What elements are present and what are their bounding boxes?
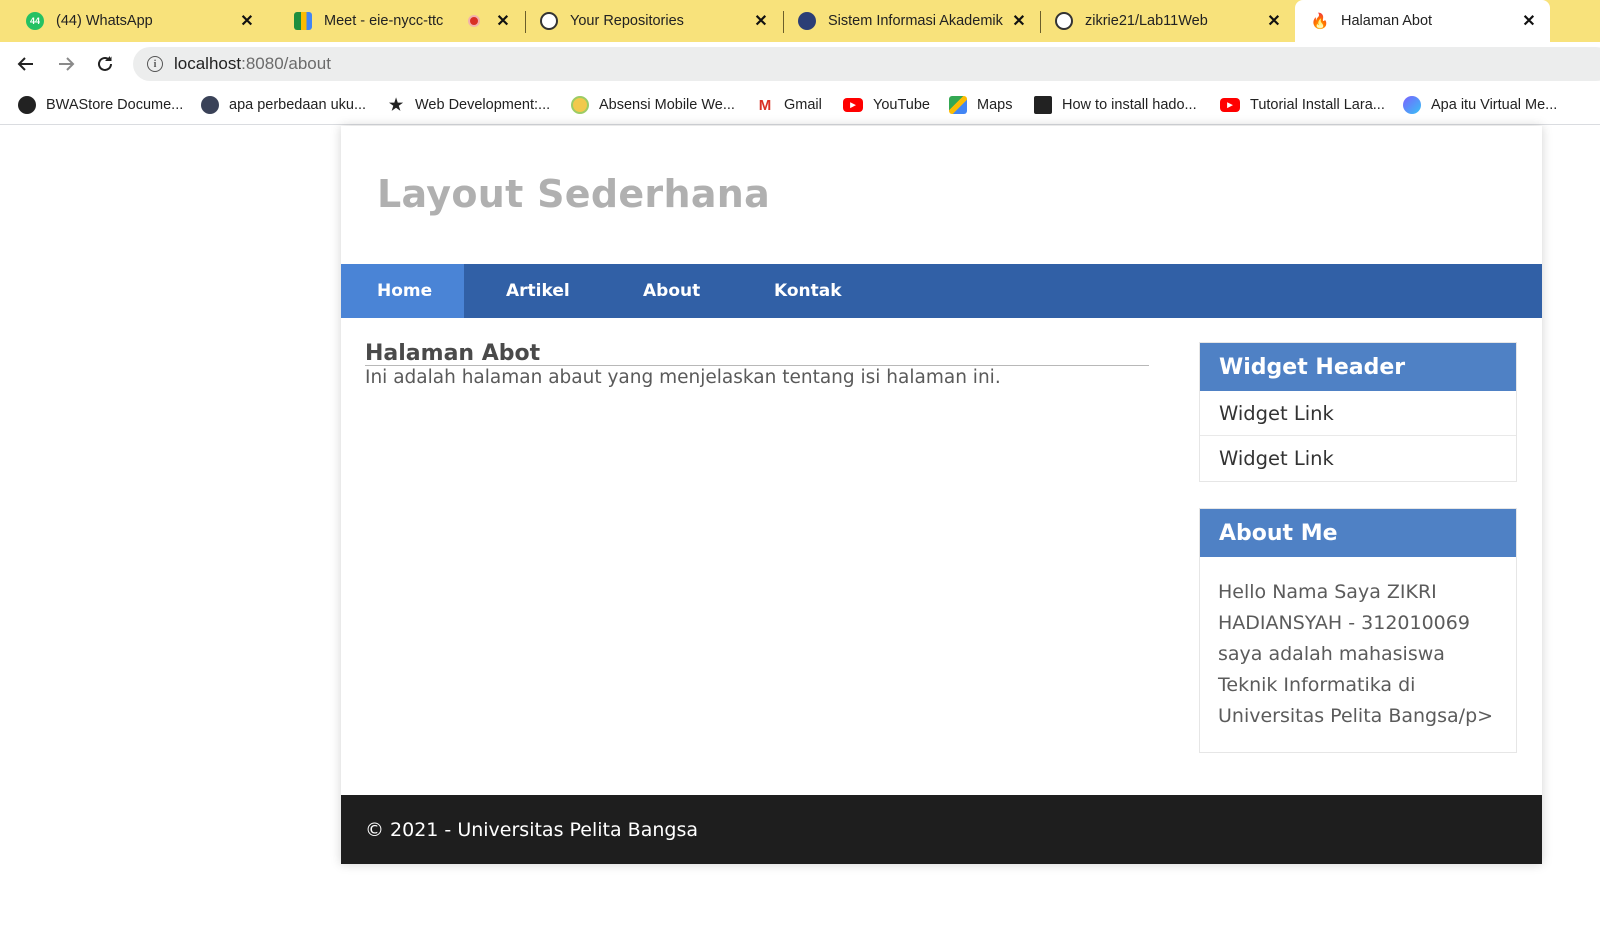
about-me-text: Hello Nama Saya ZIKRI HADIANSYAH - 31201… (1218, 581, 1494, 727)
site-footer: © 2021 - Universitas Pelita Bangsa (341, 795, 1542, 864)
github-icon (540, 12, 558, 30)
close-icon[interactable]: ✕ (752, 12, 770, 30)
browser-toolbar: i localhost:8080/about (0, 42, 1600, 86)
bookmark-item[interactable]: BWAStore Docume... (18, 95, 183, 115)
site-container: Layout Sederhana Home Artikel About Kont… (341, 126, 1542, 864)
tab-halaman-abot[interactable]: 🔥 Halaman Abot ✕ (1295, 0, 1550, 42)
tab-title: zikrie21/Lab11Web (1085, 13, 1208, 29)
bookmark-item[interactable]: apa perbedaan uku... (201, 95, 366, 115)
whatsapp-icon: 44 (26, 12, 44, 30)
tab-lab11web[interactable]: zikrie21/Lab11Web ✕ (1041, 0, 1295, 42)
bookmark-item[interactable]: ★ Web Development:... (387, 95, 550, 115)
bookmark-favicon-icon (18, 96, 36, 114)
close-icon[interactable]: ✕ (1520, 12, 1538, 30)
widget-header: About Me (1200, 509, 1516, 557)
close-icon[interactable]: ✕ (1265, 12, 1283, 30)
widget-links: Widget Header Widget Link Widget Link (1199, 342, 1517, 482)
widget-about-me: About Me Hello Nama Saya ZIKRI HADIANSYA… (1199, 508, 1517, 753)
page-text: Ini adalah halaman abaut yang menjelaska… (365, 367, 1001, 388)
codeigniter-flame-icon: 🔥 (1310, 13, 1330, 30)
bookmark-item[interactable]: Maps (949, 95, 1012, 115)
back-button[interactable] (12, 50, 40, 78)
bookmark-favicon-icon (571, 96, 589, 114)
forward-button[interactable] (52, 50, 80, 78)
sidebar: Widget Header Widget Link Widget Link Ab… (1199, 342, 1517, 779)
nav-about[interactable]: About (601, 264, 732, 318)
tab-title: Your Repositories (570, 13, 684, 29)
site-header: Layout Sederhana (341, 126, 1542, 264)
tab-title: Sistem Informasi Akademik (828, 13, 1003, 29)
tab-sistem-informasi-akademik[interactable]: Sistem Informasi Akademik ✕ (784, 0, 1040, 42)
bookmark-item[interactable]: How to install hado... (1034, 95, 1197, 115)
gmail-icon: M (758, 96, 772, 114)
widget-header: Widget Header (1200, 343, 1516, 391)
page-viewport: Layout Sederhana Home Artikel About Kont… (0, 126, 1600, 935)
university-logo-icon (798, 12, 816, 30)
youtube-icon: ▶ (843, 98, 863, 112)
forward-arrow-icon (59, 57, 75, 71)
site-title: Layout Sederhana (377, 172, 771, 216)
url-text: localhost:8080/about (174, 54, 331, 73)
google-meet-icon (294, 12, 312, 30)
site-info-icon[interactable]: i (147, 56, 163, 72)
address-bar[interactable]: i localhost:8080/about (133, 47, 1600, 81)
bookmark-item[interactable]: Apa itu Virtual Me... (1403, 95, 1557, 115)
bookmark-favicon-icon (1034, 96, 1052, 114)
tab-title: (44) WhatsApp (56, 13, 153, 29)
bookmark-favicon-icon (1403, 96, 1421, 114)
star-favicon-icon: ★ (388, 97, 404, 114)
page-title: Halaman Abot (365, 342, 1149, 366)
nav-home[interactable]: Home (341, 264, 464, 318)
widget-link[interactable]: Widget Link (1200, 436, 1516, 481)
github-icon (1055, 12, 1073, 30)
youtube-icon: ▶ (1220, 98, 1240, 112)
close-icon[interactable]: ✕ (238, 12, 256, 30)
nav-artikel[interactable]: Artikel (464, 264, 601, 318)
browser-tab-strip: 44 (44) WhatsApp ✕ Meet - eie-nycc-ttc ✕… (0, 0, 1600, 42)
widget-link[interactable]: Widget Link (1200, 391, 1516, 436)
tab-title: Meet - eie-nycc-ttc (324, 13, 444, 29)
main-nav: Home Artikel About Kontak (341, 264, 1542, 318)
close-icon[interactable]: ✕ (1010, 12, 1028, 30)
bookmarks-bar: BWAStore Docume... apa perbedaan uku... … (0, 86, 1600, 125)
tab-your-repositories[interactable]: Your Repositories ✕ (526, 0, 782, 42)
reload-button[interactable] (91, 50, 119, 78)
bookmark-item[interactable]: Absensi Mobile We... (571, 95, 735, 115)
bookmark-item[interactable]: M Gmail (756, 95, 822, 115)
maps-icon (949, 96, 967, 114)
main-content: Halaman Abot Ini adalah halaman abaut ya… (365, 342, 1149, 390)
back-arrow-icon (17, 57, 33, 71)
bookmark-favicon-icon (201, 96, 219, 114)
recording-indicator-icon (468, 15, 480, 27)
tab-title: Halaman Abot (1341, 13, 1433, 29)
close-icon[interactable]: ✕ (494, 12, 512, 30)
bookmark-item[interactable]: ▶ Tutorial Install Lara... (1220, 95, 1385, 115)
footer-text: © 2021 - Universitas Pelita Bangsa (365, 818, 698, 841)
nav-kontak[interactable]: Kontak (732, 264, 872, 318)
tab-whatsapp[interactable]: 44 (44) WhatsApp ✕ (0, 0, 268, 42)
bookmark-item[interactable]: ▶ YouTube (843, 95, 930, 115)
reload-icon (98, 56, 112, 71)
tab-meet[interactable]: Meet - eie-nycc-ttc ✕ (268, 0, 524, 42)
